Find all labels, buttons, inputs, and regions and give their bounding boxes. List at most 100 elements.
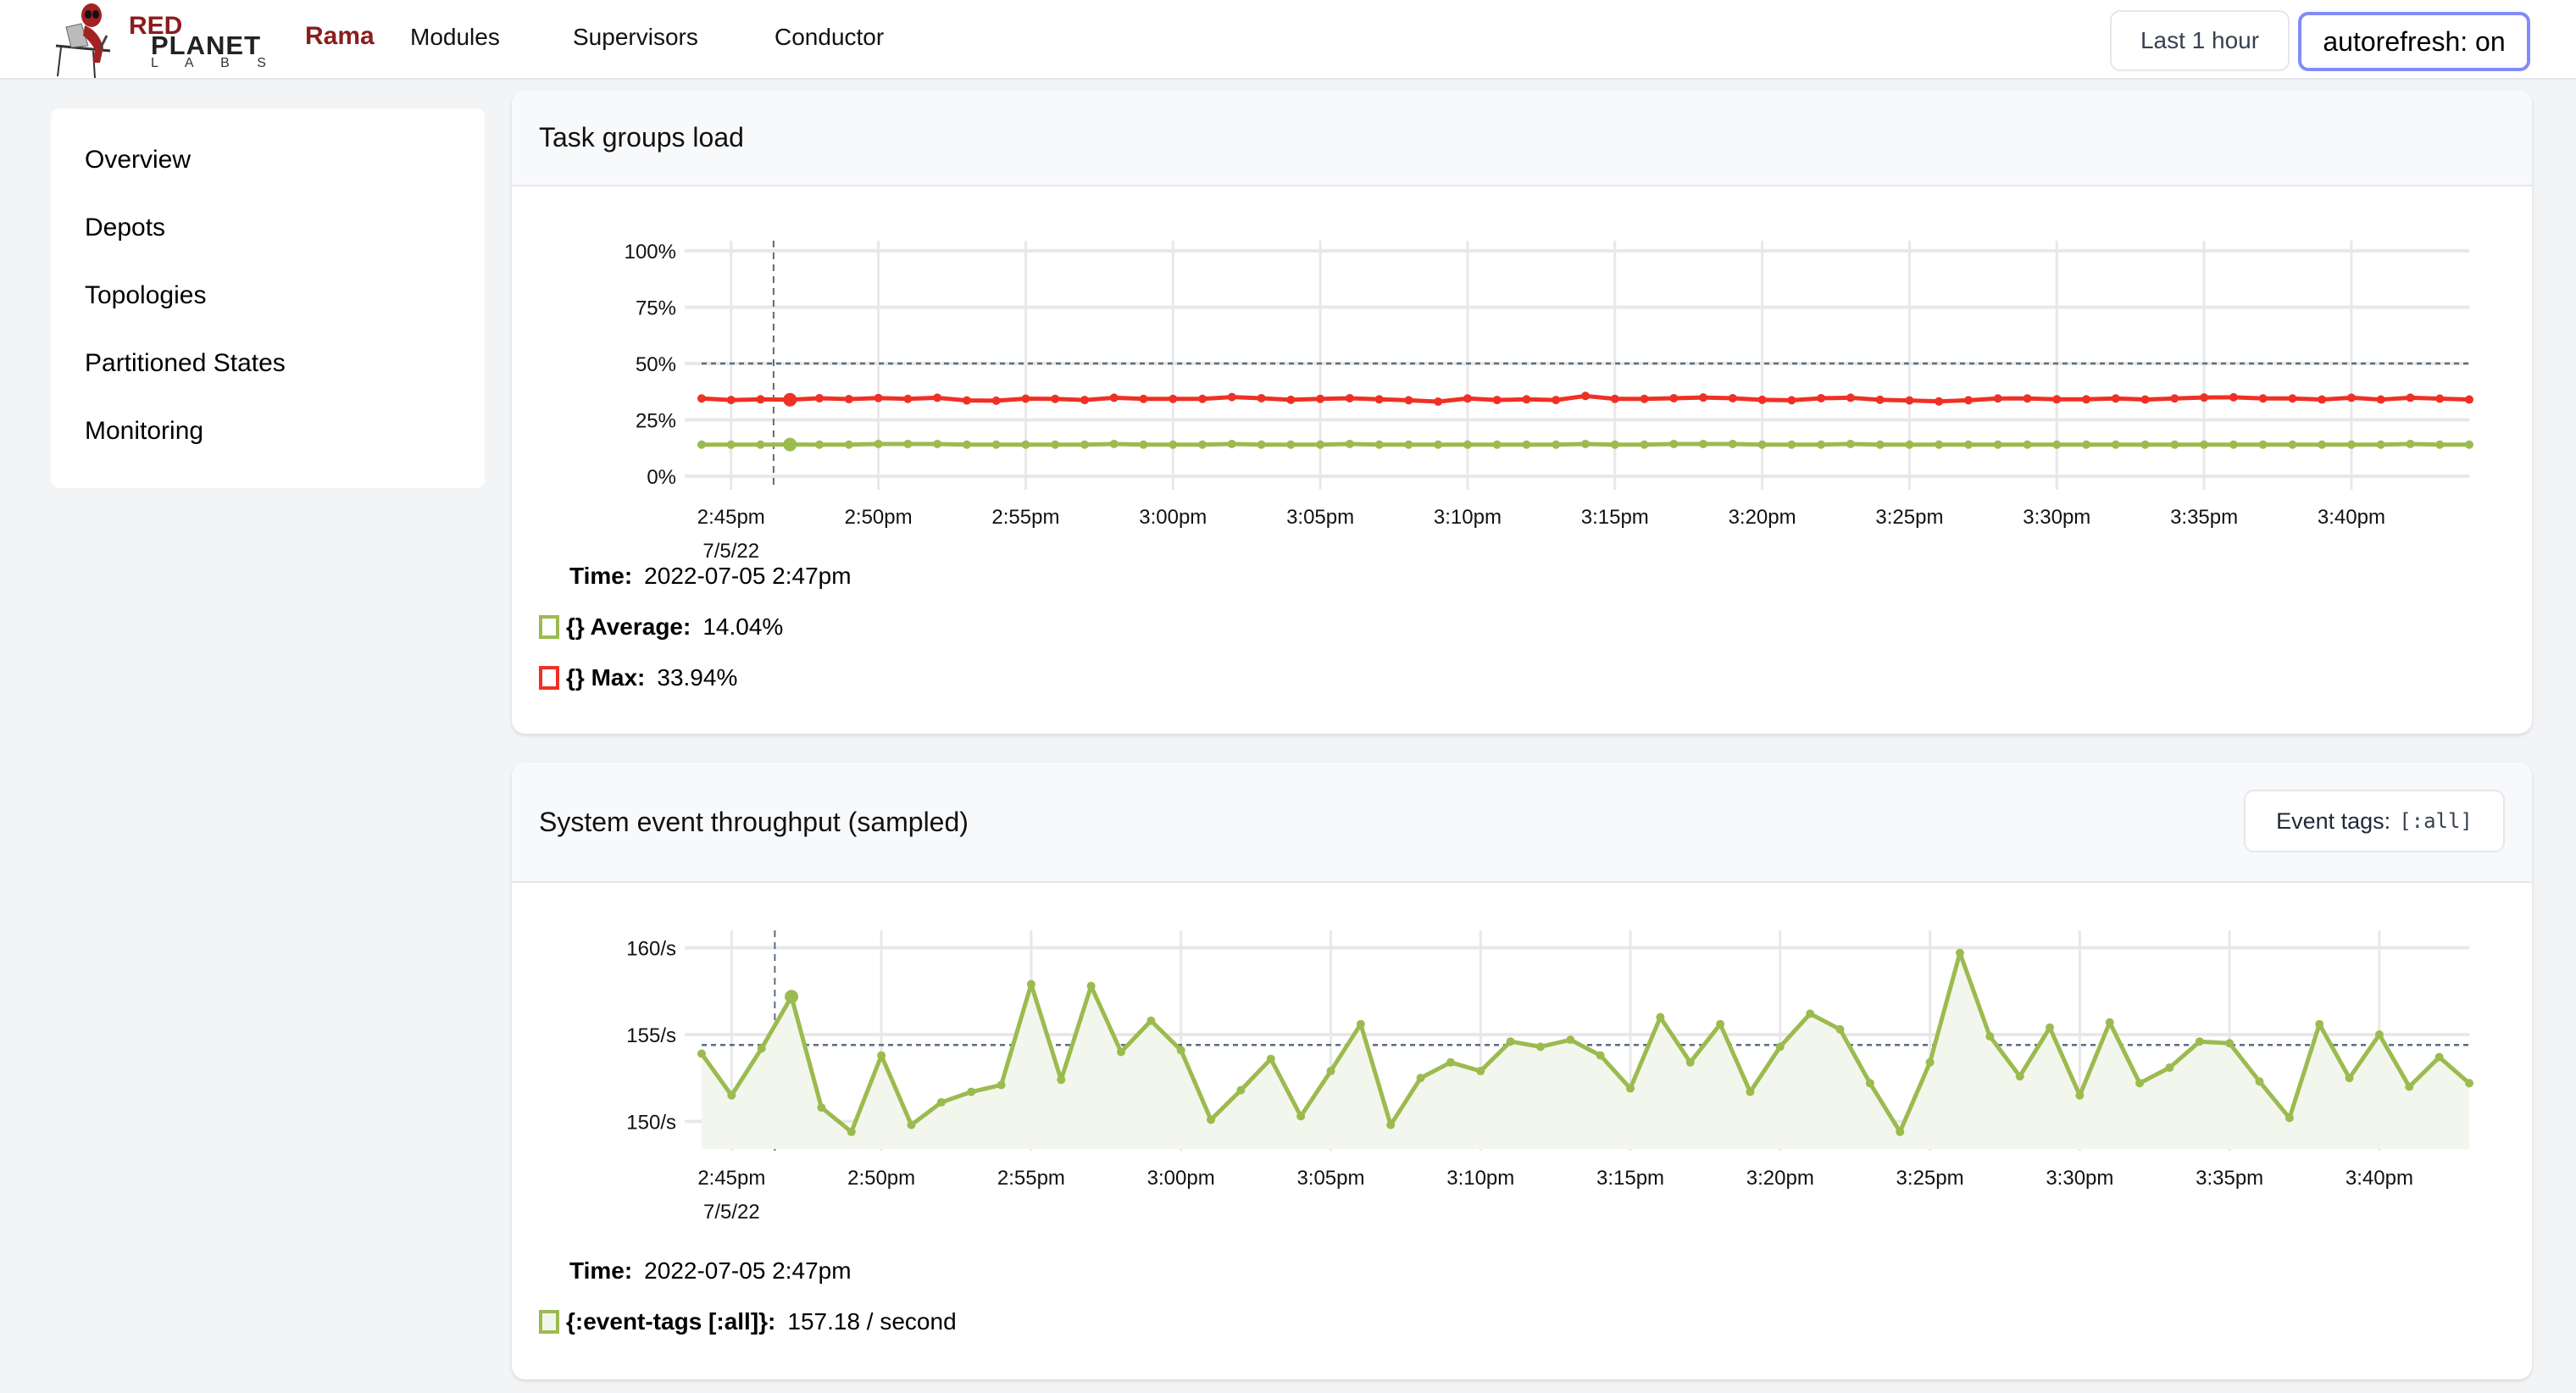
data-point — [1775, 1042, 1785, 1052]
data-point — [1610, 394, 1619, 403]
data-point — [1198, 394, 1208, 403]
data-point — [1051, 394, 1060, 403]
data-point — [756, 440, 765, 449]
data-point — [756, 395, 765, 404]
nav-conductor[interactable]: Conductor — [774, 24, 884, 51]
data-point — [844, 440, 853, 449]
event-throughput-chart[interactable]: 150/s 155/s 160/s 2:45pm 7/5/22 2:50pm 2:55pm 3… — [512, 883, 2532, 1256]
data-point — [1207, 1115, 1216, 1124]
panel-header: Task groups load — [512, 90, 2532, 186]
data-point — [991, 396, 1001, 405]
data-point — [783, 392, 797, 407]
data-point — [1728, 393, 1737, 402]
panel-title: Task groups load — [539, 122, 744, 153]
sidebar-item-partitioned-states[interactable]: Partitioned States — [85, 349, 286, 378]
legend-max[interactable]: {} Max: 33.94% — [539, 664, 737, 691]
data-point — [1963, 396, 1973, 405]
data-point — [2406, 439, 2415, 448]
x-tick-label: 3:40pm — [2346, 1167, 2413, 1190]
data-point — [2052, 395, 2062, 404]
x-tick-label: 3:15pm — [1596, 1167, 1664, 1190]
x-tick-label: 2:55pm — [997, 1167, 1065, 1190]
red-planet-labs-logo[interactable]: RED PLANET L A B S — [51, 2, 297, 79]
event-tags-label: Event tags: — [2276, 807, 2391, 834]
data-point — [1935, 397, 1944, 406]
legend-average[interactable]: {} Average: 14.04% — [539, 613, 783, 641]
data-point — [1227, 439, 1236, 448]
legend-event-tags[interactable]: {:event-tags [:all]}: 157.18 / second — [539, 1308, 957, 1335]
data-point — [1787, 440, 1796, 449]
hover-time-label: Time: — [569, 563, 633, 589]
data-point — [1492, 440, 1502, 449]
data-point — [1416, 1074, 1425, 1083]
data-point — [1021, 394, 1030, 403]
data-point — [1905, 440, 1914, 449]
data-point — [1386, 1120, 1396, 1129]
data-point — [2046, 1023, 2055, 1032]
data-point — [1057, 1075, 1066, 1085]
event-tags-button[interactable]: Event tags: [:all] — [2244, 790, 2505, 852]
data-point — [2374, 1030, 2384, 1039]
data-point — [1434, 397, 1443, 406]
data-point — [2285, 1113, 2294, 1123]
data-point — [1492, 396, 1502, 405]
data-point — [2435, 394, 2445, 403]
nav-supervisors[interactable]: Supervisors — [573, 24, 698, 51]
y-tick-label: 160/s — [626, 938, 676, 961]
data-point — [727, 1091, 736, 1100]
data-point — [1817, 393, 1826, 402]
data-point — [2318, 440, 2327, 449]
legend-event-tags-label: {:event-tags [:all]}: — [566, 1308, 776, 1335]
x-tick-label: 3:05pm — [1286, 506, 1354, 529]
data-point — [877, 1051, 886, 1060]
data-point — [1640, 440, 1649, 449]
sidebar-item-topologies[interactable]: Topologies — [85, 281, 206, 310]
data-point — [2023, 440, 2032, 449]
data-point — [2023, 394, 2032, 403]
legend-average-label: {} Average: — [566, 613, 691, 640]
data-point — [1896, 1127, 1905, 1136]
data-point — [2170, 440, 2179, 449]
data-point — [1404, 396, 1413, 405]
data-point — [2229, 392, 2238, 402]
data-point — [2111, 394, 2120, 403]
data-point — [1446, 1057, 1455, 1067]
sidebar-item-monitoring[interactable]: Monitoring — [85, 417, 203, 446]
sidebar-item-overview[interactable]: Overview — [85, 146, 191, 175]
data-point — [2318, 395, 2327, 404]
task-groups-load-panel: Task groups load 0% 25% 50% 75% 100% 2:45pm 7/… — [512, 90, 2532, 734]
app-name-rama[interactable]: Rama — [305, 22, 375, 51]
data-point — [1345, 439, 1354, 448]
data-point — [1581, 391, 1590, 401]
autorefresh-toggle[interactable]: autorefresh: on — [2298, 12, 2530, 71]
time-range-button[interactable]: Last 1 hour — [2110, 10, 2290, 71]
data-point — [2052, 440, 2062, 449]
data-point — [1669, 393, 1679, 402]
data-point — [1699, 393, 1708, 402]
nav-modules[interactable]: Modules — [410, 24, 500, 51]
data-point — [1656, 1013, 1665, 1022]
data-point — [991, 440, 1001, 449]
data-point — [1925, 1057, 1935, 1067]
x-tick-label: 3:25pm — [1896, 1167, 1964, 1190]
data-point — [1935, 440, 1944, 449]
data-point — [2082, 440, 2091, 449]
panel-header: System event throughput (sampled) Event … — [512, 763, 2532, 883]
data-point — [697, 1049, 706, 1058]
data-point — [1685, 1057, 1695, 1067]
sidebar: Overview Depots Topologies Partitioned S… — [51, 108, 485, 488]
data-point — [1374, 395, 1384, 404]
x-tick-label: 3:20pm — [1729, 506, 1796, 529]
data-point — [1610, 440, 1619, 449]
data-point — [2346, 440, 2356, 449]
data-point — [2170, 394, 2179, 403]
legend-event-tags-value: 157.18 / second — [787, 1308, 957, 1335]
data-point — [1139, 394, 1148, 403]
x-tick-label: 2:50pm — [845, 506, 913, 529]
legend-max-label: {} Max: — [566, 664, 646, 691]
data-point — [1286, 395, 1296, 404]
sidebar-item-depots[interactable]: Depots — [85, 214, 165, 242]
data-point — [1227, 392, 1236, 402]
hover-time: Time: 2022-07-05 2:47pm — [569, 1257, 852, 1285]
data-point — [815, 393, 824, 402]
